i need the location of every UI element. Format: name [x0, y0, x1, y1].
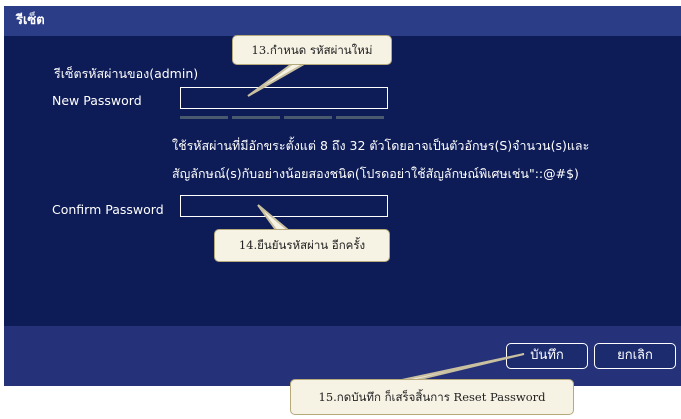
callout-14-pointer: [257, 204, 291, 231]
callout-step-14: 14.ยืนยันรหัสผ่าน อีกครั้ง: [214, 229, 390, 262]
callout-13-pointer: [247, 63, 308, 97]
callout-step-15: 15.กดบันทึก ก็เสร็จสิ้นการ Reset Passwor…: [290, 379, 574, 415]
callout-step-13: 13.กำหนด รหัสผ่านใหม่: [232, 35, 392, 65]
callout-15-pointer: [401, 353, 525, 381]
